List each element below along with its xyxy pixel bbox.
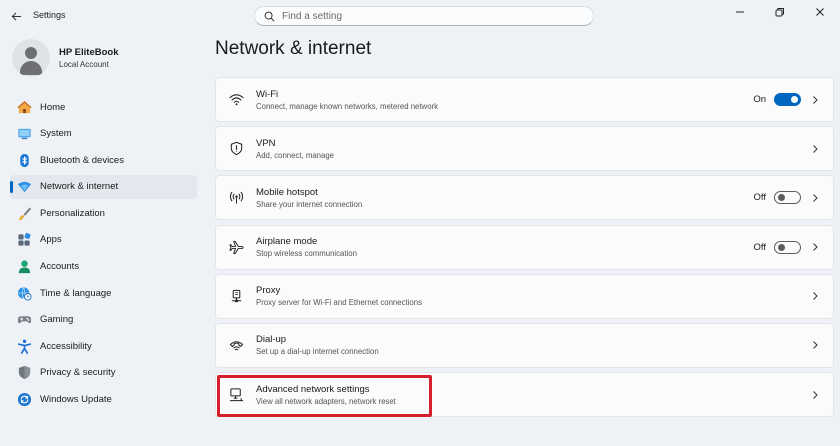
restore-button[interactable] <box>760 0 800 24</box>
hotspot-icon <box>228 190 244 206</box>
globe-clock-icon <box>16 285 32 301</box>
profile-account-type: Local Account <box>59 60 109 69</box>
proxy-card[interactable]: Proxy Proxy server for Wi-Fi and Etherne… <box>215 273 834 319</box>
back-arrow-icon <box>11 11 21 21</box>
sidebar-item-label: System <box>40 128 72 140</box>
sidebar-item-label: Personalization <box>40 207 105 219</box>
sidebar-nav: Home System Bluetooth & devices Network … <box>10 95 197 414</box>
sidebar-item-accessibility[interactable]: Accessibility <box>10 334 197 358</box>
search-box[interactable] <box>254 6 594 26</box>
wifi-toggle-state: On <box>753 94 766 105</box>
card-description: Share your internet connection <box>256 199 363 209</box>
sidebar-item-label: Accounts <box>40 261 80 273</box>
card-title: Advanced network settings <box>256 383 370 395</box>
sidebar-item-label: Time & language <box>40 287 112 299</box>
close-icon <box>816 8 824 16</box>
update-icon <box>16 392 32 408</box>
accessibility-icon <box>16 338 32 354</box>
profile-name: HP EliteBook <box>59 47 119 58</box>
gamepad-icon <box>16 312 32 328</box>
sidebar-item-windows-update[interactable]: Windows Update <box>10 388 197 412</box>
chevron-right-icon <box>809 339 821 351</box>
brush-icon <box>16 205 32 221</box>
sidebar-item-gaming[interactable]: Gaming <box>10 308 197 332</box>
back-button[interactable] <box>8 8 24 24</box>
chevron-right-icon <box>809 290 821 302</box>
wifi-diamond-icon <box>16 179 32 195</box>
user-profile[interactable]: HP EliteBook Local Account <box>12 39 118 77</box>
sidebar-item-system[interactable]: System <box>10 122 197 146</box>
card-description: View all network adapters, network reset <box>256 396 396 406</box>
card-title: Wi-Fi <box>256 88 279 100</box>
apps-icon <box>16 232 32 248</box>
card-title: VPN <box>256 137 276 149</box>
card-description: Stop wireless communication <box>256 249 357 259</box>
sidebar-item-label: Gaming <box>40 314 74 326</box>
airplane-mode-toggle[interactable] <box>774 240 801 254</box>
airplane-mode-card[interactable]: Airplane mode Stop wireless communicatio… <box>215 224 834 270</box>
sidebar-item-privacy-security[interactable]: Privacy & security <box>10 361 197 385</box>
sidebar-item-bluetooth-devices[interactable]: Bluetooth & devices <box>10 148 197 172</box>
sidebar-item-label: Privacy & security <box>40 367 116 379</box>
proxy-icon <box>228 288 244 304</box>
sidebar-item-label: Accessibility <box>40 340 92 352</box>
minimize-icon <box>736 11 744 13</box>
monitor-icon <box>16 126 32 142</box>
home-icon <box>16 99 32 115</box>
card-description: Connect, manage known networks, metered … <box>256 101 439 111</box>
wifi-card[interactable]: Wi-Fi Connect, manage known networks, me… <box>215 77 834 122</box>
sidebar-item-personalization[interactable]: Personalization <box>10 201 197 225</box>
settings-list: Wi-Fi Connect, manage known networks, me… <box>215 77 834 421</box>
card-title: Dial-up <box>256 334 287 346</box>
sidebar-item-label: Bluetooth & devices <box>40 154 124 166</box>
card-title: Airplane mode <box>256 236 318 248</box>
sidebar-item-time-language[interactable]: Time & language <box>10 281 197 305</box>
wifi-icon <box>228 92 244 108</box>
wifi-toggle[interactable] <box>774 93 801 106</box>
sidebar-item-label: Windows Update <box>40 394 112 406</box>
card-description: Add, connect, manage <box>256 150 335 160</box>
card-description: Proxy server for Wi-Fi and Ethernet conn… <box>256 298 422 308</box>
sidebar-item-label: Network & internet <box>40 181 119 193</box>
shield-icon <box>16 365 32 381</box>
dial-up-card[interactable]: Dial-up Set up a dial-up internet connec… <box>215 322 834 368</box>
vpn-shield-icon <box>228 141 244 157</box>
page-title: Network & internet <box>215 38 372 59</box>
airplane-icon <box>228 239 244 255</box>
card-description: Set up a dial-up internet connection <box>256 347 379 357</box>
sidebar-item-network-internet[interactable]: Network & internet <box>10 174 197 199</box>
title-bar: Settings <box>0 0 840 32</box>
chevron-right-icon <box>809 94 821 106</box>
window-controls <box>720 0 840 24</box>
app-title: Settings <box>33 10 66 20</box>
person-icon <box>16 259 32 275</box>
search-input[interactable] <box>282 10 572 22</box>
mobile-hotspot-card[interactable]: Mobile hotspot Share your internet conne… <box>215 175 834 221</box>
sidebar-item-label: Apps <box>40 234 62 246</box>
chevron-right-icon <box>809 192 821 204</box>
sidebar-item-accounts[interactable]: Accounts <box>10 255 197 279</box>
card-title: Mobile hotspot <box>256 186 318 198</box>
chevron-right-icon <box>809 389 821 401</box>
bluetooth-icon <box>16 152 32 168</box>
sidebar-item-home[interactable]: Home <box>10 95 197 119</box>
close-button[interactable] <box>800 0 840 24</box>
advanced-network-settings-card[interactable]: Advanced network settings View all netwo… <box>215 372 834 418</box>
vpn-card[interactable]: VPN Add, connect, manage <box>215 126 834 172</box>
chevron-right-icon <box>809 241 821 253</box>
card-title: Proxy <box>256 285 281 297</box>
search-icon <box>264 10 276 22</box>
sidebar-item-apps[interactable]: Apps <box>10 228 197 252</box>
chevron-right-icon <box>809 143 821 155</box>
sidebar-item-label: Home <box>40 101 66 113</box>
mobile-hotspot-toggle-state: Off <box>753 192 767 204</box>
avatar <box>12 39 50 77</box>
network-pc-icon <box>228 387 244 403</box>
dialup-icon <box>228 337 244 353</box>
restore-icon <box>775 8 784 17</box>
minimize-button[interactable] <box>720 0 760 24</box>
mobile-hotspot-toggle[interactable] <box>774 191 801 205</box>
airplane-mode-toggle-state: Off <box>753 241 767 253</box>
